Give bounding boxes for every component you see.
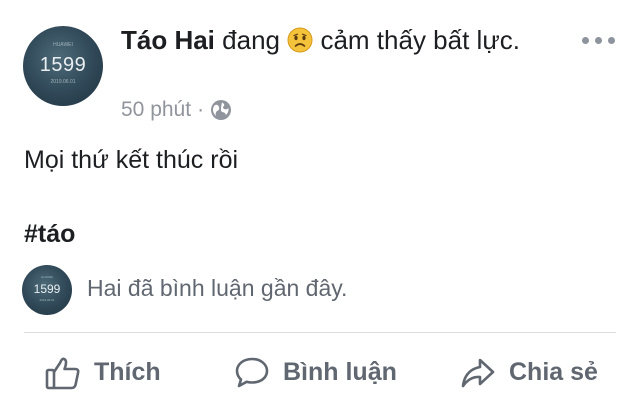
- sad-face-emoji-icon: [287, 27, 313, 53]
- like-label: Thích: [94, 358, 161, 386]
- feeling-text[interactable]: cảm thấy bất lực.: [320, 25, 519, 55]
- share-label: Chia sẻ: [509, 358, 598, 386]
- share-arrow-icon: [459, 354, 497, 392]
- more-dot: [582, 37, 589, 44]
- avatar-number: 1599: [39, 54, 87, 76]
- avatar-number: 1599: [33, 282, 61, 296]
- globe-icon[interactable]: [210, 99, 232, 121]
- avatar-bottom-text: 2019.06.01: [50, 79, 76, 85]
- share-button[interactable]: Chia sẻ: [459, 345, 598, 400]
- author-name[interactable]: Táo Hai: [121, 25, 215, 55]
- action-bar: Thích Bình luận Chia sẻ: [0, 345, 640, 400]
- avatar-top-text: HUAWEI: [53, 42, 73, 48]
- divider: [24, 332, 616, 333]
- meta-separator: ·: [197, 98, 205, 121]
- commenter-avatar[interactable]: HUAWEI 1599 2019.06.01: [22, 265, 72, 315]
- like-button[interactable]: Thích: [44, 345, 161, 400]
- more-dot: [595, 37, 602, 44]
- feeling-prefix: đang: [222, 25, 280, 55]
- more-options-icon[interactable]: [582, 37, 615, 44]
- post-meta: 50 phút ·: [121, 98, 232, 122]
- thumbs-up-icon: [44, 354, 82, 392]
- post-text: Mọi thứ kết thúc rồi: [24, 146, 239, 174]
- avatar-bottom-text: 2019.06.01: [39, 298, 55, 302]
- comment-label: Bình luận: [283, 358, 397, 386]
- comment-button[interactable]: Bình luận: [233, 345, 397, 400]
- more-dot: [608, 37, 615, 44]
- post-header: Táo Hai đang cảm thấy bất lực.: [121, 24, 561, 57]
- avatar-top-text: HUAWEI: [41, 275, 53, 279]
- speech-bubble-icon: [233, 354, 271, 392]
- post-time[interactable]: 50 phút: [121, 98, 191, 122]
- hashtag-link[interactable]: #táo: [24, 220, 75, 249]
- recent-comment-note[interactable]: Hai đã bình luận gần đây.: [87, 275, 347, 302]
- author-avatar[interactable]: HUAWEI 1599 2019.06.01: [23, 26, 103, 106]
